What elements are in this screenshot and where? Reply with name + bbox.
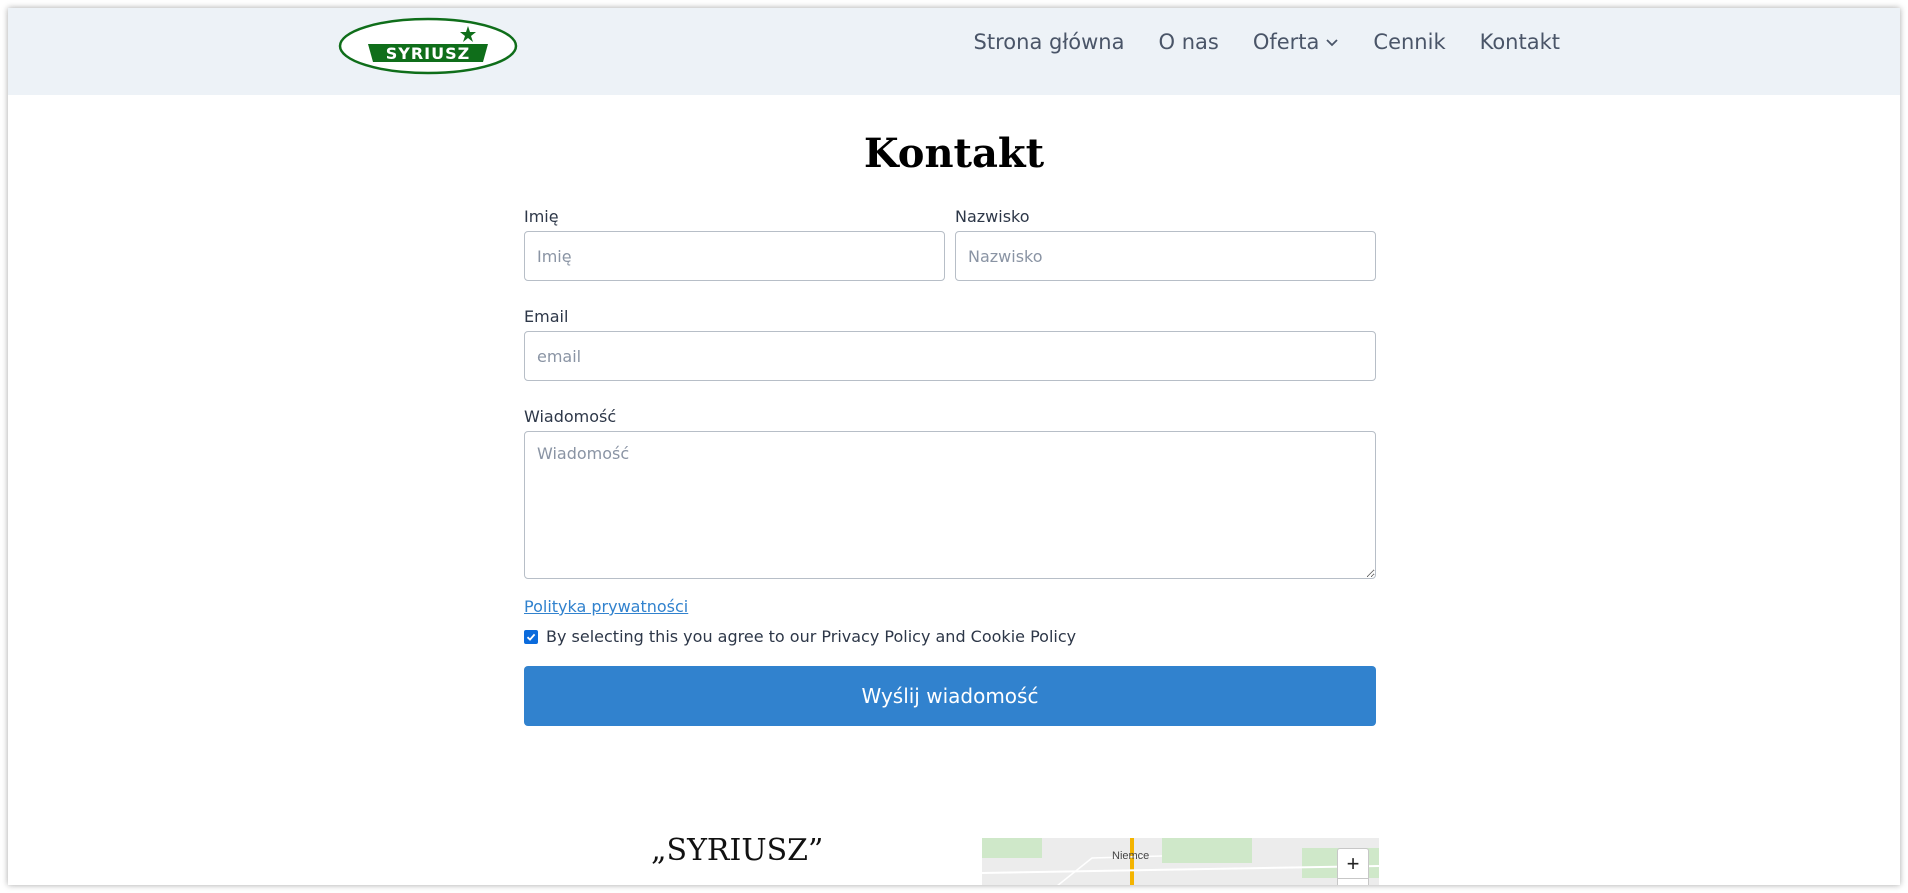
first-name-input[interactable] (524, 231, 945, 281)
consent-row: By selecting this you agree to our Priva… (524, 627, 1376, 646)
location-map[interactable]: Niemce + − (982, 838, 1379, 885)
nav-item-pricing[interactable]: Cennik (1373, 30, 1445, 54)
company-name: „SYRIUSZ” (651, 833, 824, 868)
zoom-out-button[interactable]: − (1337, 878, 1369, 885)
email-label: Email (524, 307, 569, 326)
message-textarea[interactable] (524, 431, 1376, 579)
site-header: SYRIUSZ Strona główna O nas Oferta Cenni… (8, 8, 1900, 95)
nav-item-home[interactable]: Strona główna (974, 30, 1125, 54)
svg-text:SYRIUSZ: SYRIUSZ (386, 44, 471, 63)
submit-button[interactable]: Wyślij wiadomość (524, 666, 1376, 726)
nav-item-label: Cennik (1373, 30, 1446, 54)
last-name-input[interactable] (955, 231, 1376, 281)
brand-logo[interactable]: SYRIUSZ (338, 16, 518, 76)
nav-item-label: Oferta (1252, 30, 1320, 54)
nav-item-offer[interactable]: Oferta (1253, 30, 1340, 54)
first-name-label: Imię (524, 207, 559, 226)
nav-item-about[interactable]: O nas (1158, 30, 1218, 54)
chevron-down-icon (1326, 39, 1339, 47)
map-city-label: Niemce (1112, 850, 1150, 862)
nav-item-contact[interactable]: Kontakt (1480, 30, 1560, 54)
main-nav: Strona główna O nas Oferta Cennik Kontak… (974, 30, 1560, 54)
nav-item-label: Kontakt (1479, 30, 1560, 54)
email-input[interactable] (524, 331, 1376, 381)
last-name-label: Nazwisko (955, 207, 1030, 226)
nav-item-label: O nas (1158, 30, 1219, 54)
contact-form: Imię Nazwisko Email Wiadomość Polityka p… (524, 205, 1376, 726)
consent-checkbox[interactable] (524, 629, 538, 644)
browser-viewport: SYRIUSZ Strona główna O nas Oferta Cenni… (8, 8, 1900, 885)
page-title: Kontakt (863, 130, 1045, 177)
check-icon (526, 633, 536, 641)
privacy-policy-link[interactable]: Polityka prywatności (524, 597, 688, 616)
nav-item-label: Strona główna (973, 30, 1125, 54)
map-tiles (982, 838, 1379, 885)
zoom-in-button[interactable]: + (1337, 848, 1369, 880)
message-label: Wiadomość (524, 407, 617, 426)
consent-label: By selecting this you agree to our Priva… (546, 627, 1077, 646)
